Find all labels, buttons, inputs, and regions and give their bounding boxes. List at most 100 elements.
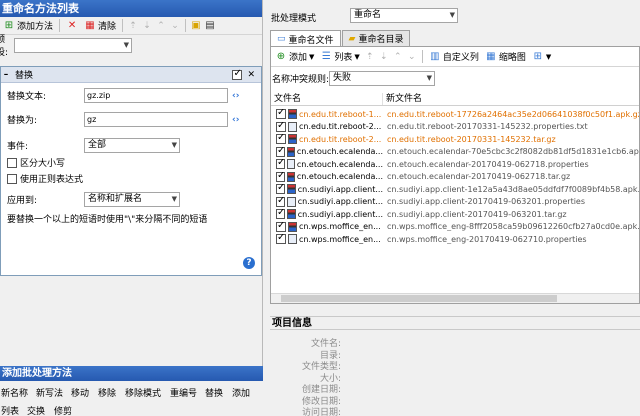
method-link-remove[interactable]: 移除 bbox=[98, 386, 116, 399]
conflict-value: 失败 bbox=[333, 72, 352, 83]
file-row[interactable]: cn.etouch.ecalenda... cn.etouch.ecalendar… bbox=[271, 158, 639, 170]
case-row[interactable]: 区分大小写 bbox=[7, 156, 65, 169]
scrollbar-thumb[interactable] bbox=[281, 295, 557, 302]
thumbnails-button[interactable]: ▦ 缩略图 bbox=[483, 49, 528, 64]
file-checkbox[interactable] bbox=[276, 109, 286, 119]
tab-rename-files[interactable]: ▭ 重命名文件 bbox=[270, 30, 341, 47]
regex-row[interactable]: 使用正则表达式 bbox=[7, 172, 83, 185]
replace-row: 替换为: gz ‹› bbox=[7, 112, 239, 127]
method-link-replace[interactable]: 替换 bbox=[205, 386, 223, 399]
file-checkbox[interactable] bbox=[276, 146, 285, 157]
move-down-icon[interactable]: ⇣ bbox=[378, 51, 390, 63]
preset-label: 预设: bbox=[0, 35, 9, 58]
file-row[interactable]: cn.edu.tit.reboot-2... cn.edu.tit.reboot-… bbox=[271, 121, 639, 133]
file-row[interactable]: cn.wps.moffice_en... cn.wps.moffice_eng-8… bbox=[271, 221, 639, 233]
add-files-button[interactable]: ⊕ 添加 ▼ bbox=[273, 49, 316, 64]
column-header-filename[interactable]: 文件名 bbox=[271, 93, 383, 105]
method-link-new-case[interactable]: 新写法 bbox=[36, 386, 63, 399]
collapse-icon[interactable]: ⌃ bbox=[155, 20, 167, 32]
add-method-button[interactable]: ⊞ 添加方法 bbox=[1, 18, 55, 33]
expand-icon[interactable]: ⌄ bbox=[169, 20, 181, 32]
item-info-title: 项目信息 bbox=[270, 316, 640, 330]
new-file-name: cn.edu.tit.reboot-17726a2464ac35e2d06641… bbox=[387, 109, 639, 119]
column-header-new-filename[interactable]: 新文件名 bbox=[383, 93, 422, 105]
view-button[interactable]: ⊞ ▼ bbox=[530, 50, 553, 64]
find-label: 替换文本: bbox=[7, 92, 47, 102]
file-name-cell: cn.sudiyi.app.client... bbox=[271, 184, 383, 194]
archive-icon bbox=[286, 171, 295, 182]
method-link-add[interactable]: 添加 bbox=[232, 386, 250, 399]
method-link-move[interactable]: 移动 bbox=[71, 386, 89, 399]
file-checkbox[interactable] bbox=[276, 171, 285, 182]
replace-input[interactable]: gz bbox=[84, 112, 228, 127]
file-checkbox[interactable] bbox=[276, 209, 286, 219]
file-name-cell: cn.etouch.ecalenda... bbox=[271, 171, 383, 182]
delete-method-button[interactable]: ✕ bbox=[64, 19, 80, 33]
file-checkbox[interactable] bbox=[276, 121, 286, 132]
apply-to-value: 名称和扩展名 bbox=[88, 194, 143, 204]
file-name-cell: cn.etouch.ecalenda... bbox=[271, 146, 383, 157]
file-row[interactable]: cn.edu.tit.reboot-2... cn.edu.tit.reboot-… bbox=[271, 133, 639, 145]
conflict-select[interactable]: 失败 ▼ bbox=[329, 70, 436, 86]
file-name: cn.etouch.ecalenda... bbox=[296, 172, 383, 181]
file-row[interactable]: cn.sudiyi.app.client... cn.sudiyi.app.cli… bbox=[271, 208, 639, 220]
file-row[interactable]: cn.etouch.ecalenda... cn.etouch.ecalendar… bbox=[271, 146, 639, 158]
apply-to-select[interactable]: 名称和扩展名 ▼ bbox=[84, 192, 180, 207]
new-file-name: cn.etouch.ecalendar-20170419-062718.tar.… bbox=[387, 172, 571, 181]
move-up-icon[interactable]: ⇡ bbox=[364, 51, 376, 63]
new-file-name: cn.sudiyi.app.client-20170419-063201.tar… bbox=[387, 209, 567, 219]
file-name-cell: cn.edu.tit.reboot-2... bbox=[271, 134, 383, 144]
file-name-cell: cn.sudiyi.app.client... bbox=[271, 209, 383, 219]
batch-mode-label: 批处理模式 bbox=[271, 14, 317, 24]
expand-icon[interactable]: ⌄ bbox=[406, 51, 418, 63]
preset-select[interactable]: ▼ bbox=[14, 37, 132, 53]
file-row[interactable]: cn.sudiyi.app.client... cn.sudiyi.app.cli… bbox=[271, 196, 639, 208]
method-header[interactable]: – 替换 ✕ bbox=[1, 67, 261, 83]
method-link-remove-pattern[interactable]: 移除模式 bbox=[125, 386, 161, 399]
new-file-name: cn.sudiyi.app.client-20170419-063201.pro… bbox=[387, 197, 586, 206]
find-input[interactable]: gz.zip bbox=[84, 88, 228, 103]
method-link-trim[interactable]: 修剪 bbox=[54, 404, 72, 416]
method-link-swap[interactable]: 交换 bbox=[27, 404, 45, 416]
chevron-down-icon: ▼ bbox=[171, 141, 177, 149]
method-link-new-name[interactable]: 新名称 bbox=[1, 386, 28, 399]
case-sensitive-checkbox[interactable] bbox=[7, 157, 17, 168]
open-preset-icon[interactable]: ▣ bbox=[190, 20, 202, 32]
file-checkbox[interactable] bbox=[276, 196, 286, 207]
method-enabled-checkbox[interactable] bbox=[232, 68, 243, 80]
list-button[interactable]: ☰ 列表 ▼ bbox=[318, 49, 361, 64]
regex-checkbox[interactable] bbox=[7, 173, 17, 184]
method-link-list[interactable]: 列表 bbox=[1, 404, 19, 416]
add-files-label: 添加 bbox=[289, 53, 308, 63]
collapse-icon[interactable]: ⌃ bbox=[392, 51, 404, 63]
file-checkbox[interactable] bbox=[276, 184, 286, 194]
occurrence-row: 事件: 全部 ▼ bbox=[7, 138, 180, 153]
swap-find-icon[interactable]: ‹› bbox=[232, 91, 239, 101]
file-checkbox[interactable] bbox=[276, 134, 286, 144]
file-row[interactable]: cn.etouch.ecalenda... cn.etouch.ecalendar… bbox=[271, 171, 639, 183]
toolbar-separator bbox=[122, 19, 124, 32]
swap-replace-icon[interactable]: ‹› bbox=[232, 115, 239, 125]
archive-icon bbox=[287, 209, 296, 219]
horizontal-scrollbar[interactable] bbox=[271, 293, 639, 303]
collapse-method-icon[interactable]: – bbox=[1, 70, 11, 80]
batch-mode-select[interactable]: 重命名 ▼ bbox=[350, 8, 458, 23]
help-icon[interactable]: ? bbox=[243, 257, 255, 269]
file-checkbox[interactable] bbox=[276, 159, 285, 169]
file-checkbox[interactable] bbox=[276, 234, 286, 244]
file-row[interactable]: cn.sudiyi.app.client... cn.sudiyi.app.cli… bbox=[271, 183, 639, 195]
file-checkbox[interactable] bbox=[276, 221, 286, 232]
file-row[interactable]: cn.edu.tit.reboot-1... cn.edu.tit.reboot-… bbox=[271, 108, 639, 120]
custom-columns-button[interactable]: ▥ 自定义列 bbox=[427, 49, 481, 64]
clear-methods-button[interactable]: ▦ 清除 bbox=[82, 18, 118, 33]
move-down-icon[interactable]: ⇣ bbox=[141, 20, 153, 32]
file-row[interactable]: cn.wps.moffice_en... cn.wps.moffice_eng-2… bbox=[271, 233, 639, 245]
file-name-cell: cn.edu.tit.reboot-2... bbox=[271, 121, 383, 132]
occurrence-select[interactable]: 全部 ▼ bbox=[84, 138, 180, 153]
hint-text: 要替换一个以上的短语时使用"\"来分隔不同的短语 bbox=[7, 215, 208, 225]
tab-rename-folders[interactable]: ▰ 重命名目录 bbox=[341, 30, 411, 46]
method-link-renumber[interactable]: 重编号 bbox=[170, 386, 197, 399]
save-preset-icon[interactable]: ▤ bbox=[204, 20, 216, 32]
move-up-icon[interactable]: ⇡ bbox=[127, 20, 139, 32]
close-method-icon[interactable]: ✕ bbox=[247, 70, 255, 80]
